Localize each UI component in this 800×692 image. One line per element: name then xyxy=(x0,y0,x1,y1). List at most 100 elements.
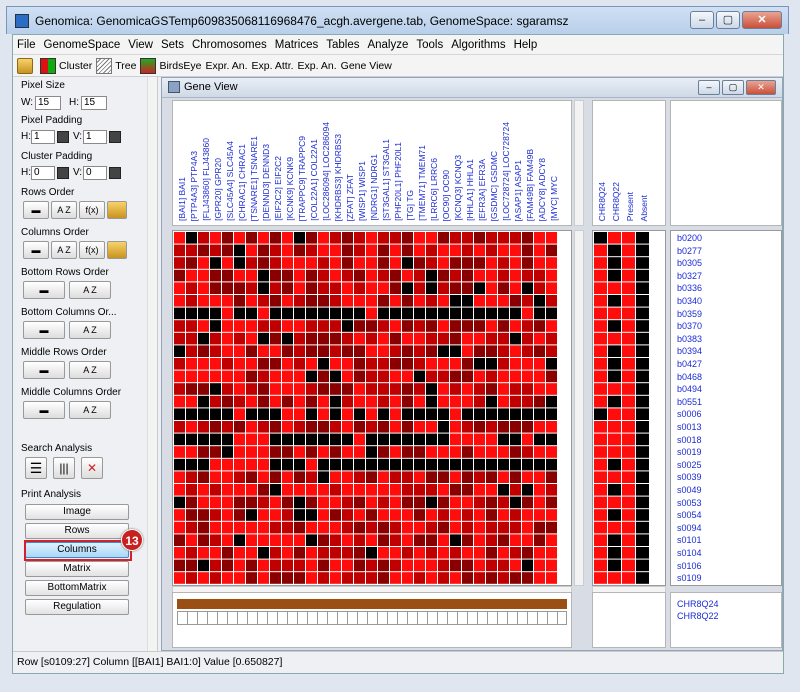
row-label[interactable]: b0551 xyxy=(677,397,702,407)
row-label[interactable]: s0101 xyxy=(677,535,702,545)
cluster-padding-h-input[interactable]: 0 xyxy=(31,166,55,180)
column-header[interactable]: [MYC] MYC xyxy=(549,176,559,221)
row-label[interactable]: b0359 xyxy=(677,309,702,319)
row-label[interactable]: s0054 xyxy=(677,510,702,520)
row-label[interactable]: s0106 xyxy=(677,561,702,571)
middle-rows-az-button[interactable]: A Z xyxy=(69,361,111,379)
row-label[interactable]: b0468 xyxy=(677,372,702,382)
column-header[interactable]: [WISP1] WISP1 xyxy=(357,161,367,221)
print-regulation-button[interactable]: Regulation xyxy=(25,599,129,615)
expression-heatmap[interactable] xyxy=(172,230,572,586)
row-label[interactable]: b0383 xyxy=(677,334,702,344)
row-label[interactable]: b0394 xyxy=(677,346,702,356)
menu-sets[interactable]: Sets xyxy=(157,39,188,51)
menu-matrices[interactable]: Matrices xyxy=(271,39,322,51)
gene-view-maximize-button[interactable]: ▢ xyxy=(722,80,744,95)
maximize-button[interactable]: ▢ xyxy=(716,11,740,29)
menu-algorithms[interactable]: Algorithms xyxy=(447,39,509,51)
bottom-columns-default-button[interactable]: ▬ xyxy=(23,321,65,339)
padding-v-color-swatch[interactable] xyxy=(109,131,121,143)
columns-order-open-button[interactable] xyxy=(107,241,127,259)
menu-view[interactable]: View xyxy=(124,39,157,51)
column-header[interactable]: [LOC728724] LOC728724 xyxy=(501,122,511,221)
row-label[interactable]: s0006 xyxy=(677,409,702,419)
gene-view-button[interactable]: Gene View xyxy=(341,60,392,72)
column-header[interactable]: [ASAP1] ASAP1 xyxy=(513,160,523,221)
print-image-button[interactable]: Image xyxy=(25,504,129,520)
cluster-v-color-swatch[interactable] xyxy=(109,167,121,179)
menu-analyze[interactable]: Analyze xyxy=(363,39,412,51)
column-header[interactable]: [ZFAT] ZFAT xyxy=(345,174,355,221)
column-header[interactable]: [ST3GAL1] ST3GAL1 xyxy=(381,139,391,221)
rows-order-open-button[interactable] xyxy=(107,201,127,219)
column-header[interactable]: [GPR20] GPR20 xyxy=(213,158,223,221)
row-label[interactable]: b0427 xyxy=(677,359,702,369)
pixel-height-input[interactable]: 15 xyxy=(81,96,107,110)
column-header[interactable]: [BAI1] BAI1 xyxy=(177,177,187,221)
left-panel-vertical-scrollbar[interactable] xyxy=(147,77,157,659)
row-label[interactable]: s0049 xyxy=(677,485,702,495)
menu-genomespace[interactable]: GenomeSpace xyxy=(40,39,125,51)
cluster-button[interactable]: Cluster xyxy=(40,57,92,74)
attribute-header[interactable]: CHR8Q24 xyxy=(597,182,607,221)
column-header[interactable]: [EFR3A] EFR3A xyxy=(477,159,487,221)
cluster-h-color-swatch[interactable] xyxy=(57,167,69,179)
rows-order-default-button[interactable]: ▬ xyxy=(23,201,49,219)
tree-button[interactable]: Tree xyxy=(96,57,136,74)
row-label[interactable]: s0018 xyxy=(677,435,702,445)
title-bar[interactable]: Genomica: GenomicaGSTemp6098350681169684… xyxy=(6,6,789,34)
row-label[interactable]: b0327 xyxy=(677,271,702,281)
row-label[interactable]: b0370 xyxy=(677,321,702,331)
print-bottommatrix-button[interactable]: BottomMatrix xyxy=(25,580,129,596)
print-rows-button[interactable]: Rows xyxy=(25,523,129,539)
attribute-header[interactable]: Present xyxy=(625,192,635,221)
row-label[interactable]: s0053 xyxy=(677,498,702,508)
column-header[interactable]: [KHDRBS3] KHDRBS3 xyxy=(333,134,343,221)
search-columns-icon[interactable]: ||| xyxy=(53,457,75,479)
row-label[interactable]: b0340 xyxy=(677,296,702,306)
row-label[interactable]: s0019 xyxy=(677,447,702,457)
bottom-rows-default-button[interactable]: ▬ xyxy=(23,281,65,299)
row-label[interactable]: b0277 xyxy=(677,246,702,256)
row-label[interactable]: s0109 xyxy=(677,573,702,583)
menu-file[interactable]: File xyxy=(13,39,40,51)
row-label[interactable]: s0104 xyxy=(677,548,702,558)
row-label[interactable]: b0336 xyxy=(677,283,702,293)
row-label[interactable]: b0305 xyxy=(677,258,702,268)
row-label[interactable]: b0494 xyxy=(677,384,702,394)
print-matrix-button[interactable]: Matrix xyxy=(25,561,129,577)
bottom-rows-az-button[interactable]: A Z xyxy=(69,281,111,299)
row-label[interactable]: s0013 xyxy=(677,422,702,432)
menu-help[interactable]: Help xyxy=(510,39,542,51)
column-header[interactable]: [HHLA1] HHLA1 xyxy=(465,159,475,221)
minimize-button[interactable]: – xyxy=(690,11,714,29)
column-header[interactable]: [ADCY8] ADCY8 xyxy=(537,158,547,221)
column-header[interactable]: [OC90] OC90 xyxy=(441,170,451,222)
column-header[interactable]: [NDRG1] NDRG1 xyxy=(369,154,379,221)
column-header[interactable]: [KCNQ3] KCNQ3 xyxy=(453,155,463,221)
column-header[interactable]: [PTP4A3] PTP4A3 xyxy=(189,151,199,221)
menu-tools[interactable]: Tools xyxy=(412,39,447,51)
open-button[interactable] xyxy=(17,57,36,74)
exp-an-button[interactable]: Exp. An. xyxy=(298,60,337,72)
columns-order-fx-button[interactable]: f(x) xyxy=(79,241,105,259)
column-header[interactable]: [DENND3] DENND3 xyxy=(261,144,271,221)
birdseye-button[interactable]: BirdsEye xyxy=(140,57,201,74)
pixel-width-input[interactable]: 15 xyxy=(35,96,61,110)
middle-rows-default-button[interactable]: ▬ xyxy=(23,361,65,379)
row-label[interactable]: s0039 xyxy=(677,472,702,482)
attribute-heatmap[interactable] xyxy=(592,230,666,586)
clear-search-icon[interactable]: ✕ xyxy=(81,457,103,479)
column-header[interactable]: [TRAPPC9] TRAPPC9 xyxy=(297,136,307,221)
bottom-matrix-cells[interactable] xyxy=(177,611,567,625)
pixel-padding-v-input[interactable]: 1 xyxy=(83,130,107,144)
search-rows-icon[interactable]: ☰ xyxy=(25,457,47,479)
gene-view-title-bar[interactable]: Gene View – ▢ ✕ xyxy=(162,78,782,98)
column-header[interactable]: [LOC286094] LOC286094 xyxy=(321,122,331,221)
rows-order-fx-button[interactable]: f(x) xyxy=(79,201,105,219)
column-header[interactable]: [TG] TG xyxy=(405,190,415,221)
padding-h-color-swatch[interactable] xyxy=(57,131,69,143)
middle-columns-default-button[interactable]: ▬ xyxy=(23,401,65,419)
column-header[interactable]: [KCNK9] KCNK9 xyxy=(285,157,295,221)
column-header[interactable]: [EIF2C2] EIF2C2 xyxy=(273,156,283,221)
